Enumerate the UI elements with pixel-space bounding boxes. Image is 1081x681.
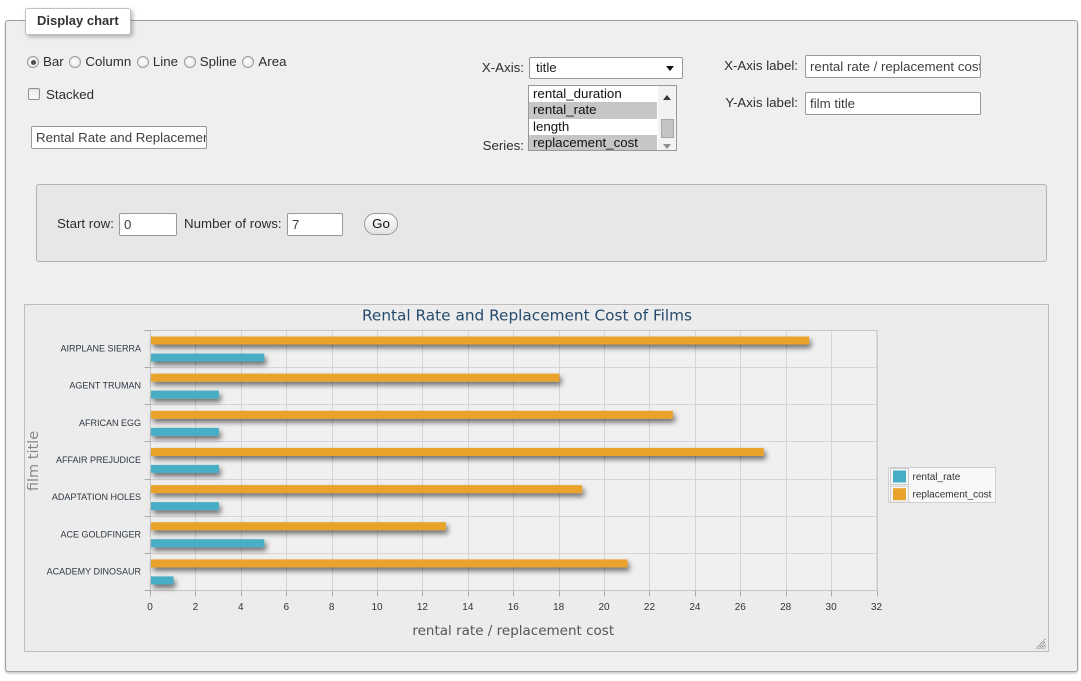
category-label: AGENT TRUMAN — [69, 381, 141, 391]
series-option[interactable]: length — [529, 119, 657, 135]
scrollbar-thumb[interactable] — [661, 119, 674, 138]
bar-rental_rate[interactable] — [151, 576, 174, 584]
bar-replacement_cost[interactable] — [151, 411, 673, 419]
chart-type-radio-label: Column — [85, 53, 131, 71]
chart-type-radio-bar[interactable]: Bar — [27, 53, 64, 71]
bar-chart: AIRPLANE SIERRA AGENT TRUMAN AFRICAN EGG AF… — [25, 305, 1048, 651]
category-label: ADAPTATION HOLES — [52, 492, 141, 502]
x-tick-label: 2 — [193, 602, 199, 613]
xaxis-label-field-label: X-Axis label: — [698, 57, 798, 75]
x-tick-label: 6 — [283, 602, 289, 613]
fieldset-legend: Display chart — [25, 8, 131, 35]
x-axis-title: rental rate / replacement cost — [412, 623, 614, 639]
x-tick-label: 0 — [147, 602, 153, 613]
category-label: ACE GOLDFINGER — [60, 529, 141, 539]
xaxis-label-input[interactable] — [805, 55, 981, 78]
series-select-label: Series: — [424, 137, 524, 155]
x-tick-label: 28 — [780, 602, 792, 613]
x-tick-label: 4 — [238, 602, 244, 613]
chart-type-radio-spline[interactable]: Spline — [184, 53, 237, 71]
stacked-checkbox[interactable] — [28, 88, 40, 100]
radio-circle-icon[interactable] — [242, 56, 254, 68]
x-tick-label: 12 — [417, 602, 429, 613]
chart-container: AIRPLANE SIERRA AGENT TRUMAN AFRICAN EGG AF… — [24, 304, 1049, 652]
x-tick-label: 18 — [553, 602, 565, 613]
bar-replacement_cost[interactable] — [151, 485, 582, 493]
start-row-label: Start row: — [57, 215, 114, 233]
x-tick-label: 10 — [371, 602, 383, 613]
category-label: AFFAIR PREJUDICE — [56, 455, 141, 465]
category-label: AIRPLANE SIERRA — [60, 344, 141, 354]
radio-circle-icon[interactable] — [137, 56, 149, 68]
radio-circle-icon[interactable] — [69, 56, 81, 68]
xaxis-select-value: title — [536, 60, 557, 75]
legend-swatch-replacement_cost[interactable] — [893, 488, 906, 500]
stacked-label: Stacked — [46, 86, 94, 104]
legend-label-replacement_cost[interactable]: replacement_cost — [913, 490, 992, 501]
series-list-scrollbar[interactable] — [658, 86, 676, 150]
chart-title-input[interactable] — [31, 126, 207, 149]
xaxis-select[interactable]: title — [529, 57, 683, 79]
category-label: ACADEMY DINOSAUR — [47, 566, 142, 576]
bar-rental_rate[interactable] — [151, 428, 219, 436]
bar-replacement_cost[interactable] — [151, 559, 628, 567]
select-dropdown-arrow-icon — [666, 66, 674, 71]
series-option[interactable]: rental_duration — [529, 86, 657, 102]
scrollbar-down-arrow-icon[interactable] — [663, 144, 671, 149]
radio-circle-icon[interactable] — [184, 56, 196, 68]
x-tick-label: 22 — [644, 602, 656, 613]
go-button[interactable]: Go — [364, 213, 398, 235]
chart-type-radio-area[interactable]: Area — [242, 53, 286, 71]
x-tick-label: 30 — [826, 602, 838, 613]
series-options: rental_durationrental_ratelengthreplacem… — [529, 86, 676, 151]
resize-grip-icon[interactable] — [1036, 639, 1046, 649]
bar-rental_rate[interactable] — [151, 391, 219, 399]
x-tick-label: 16 — [508, 602, 520, 613]
chart-type-radio-column[interactable]: Column — [69, 53, 131, 71]
chart-type-radio-line[interactable]: Line — [137, 53, 178, 71]
num-rows-label: Number of rows: — [184, 215, 282, 233]
yaxis-label-input[interactable] — [805, 92, 981, 115]
legend-label-rental_rate[interactable]: rental_rate — [913, 472, 961, 483]
series-option[interactable]: rental_rate — [529, 102, 657, 118]
bar-rental_rate[interactable] — [151, 502, 219, 510]
chart-type-radio-label: Spline — [200, 53, 237, 71]
chart-type-radio-label: Bar — [43, 53, 64, 71]
x-tick-label: 20 — [599, 602, 611, 613]
bar-replacement_cost[interactable] — [151, 448, 764, 456]
yaxis-label-field-label: Y-Axis label: — [698, 94, 798, 112]
x-tick-label: 14 — [462, 602, 474, 613]
start-row-input[interactable] — [119, 213, 177, 236]
chart-type-radio-group: Bar Column Line Spline Area — [27, 54, 292, 70]
bar-rental_rate[interactable] — [151, 465, 219, 473]
bar-replacement_cost[interactable] — [151, 337, 809, 345]
scrollbar-up-arrow-icon[interactable] — [663, 95, 671, 100]
series-option[interactable]: replacement_cost — [529, 135, 657, 151]
bar-rental_rate[interactable] — [151, 354, 264, 362]
chart-type-radio-label: Line — [153, 53, 178, 71]
x-tick-label: 32 — [871, 602, 883, 613]
bar-replacement_cost[interactable] — [151, 374, 559, 382]
xaxis-select-label: X-Axis: — [424, 59, 524, 77]
y-axis-title: film title — [26, 431, 42, 491]
series-multiselect[interactable]: rental_durationrental_ratelengthreplacem… — [528, 85, 677, 151]
num-rows-input[interactable] — [287, 213, 343, 236]
category-label: AFRICAN EGG — [79, 418, 141, 428]
bar-rental_rate[interactable] — [151, 539, 264, 547]
x-tick-label: 8 — [329, 602, 335, 613]
radio-circle-icon[interactable] — [27, 56, 39, 68]
bar-replacement_cost[interactable] — [151, 522, 446, 530]
page: { "fieldset_legend": "Display chart", "c… — [0, 0, 1081, 681]
chart-type-radio-label: Area — [258, 53, 286, 71]
legend-swatch-rental_rate[interactable] — [893, 471, 906, 483]
chart-title: Rental Rate and Replacement Cost of Film… — [362, 307, 692, 325]
x-tick-label: 24 — [689, 602, 701, 613]
x-tick-label: 26 — [735, 602, 747, 613]
